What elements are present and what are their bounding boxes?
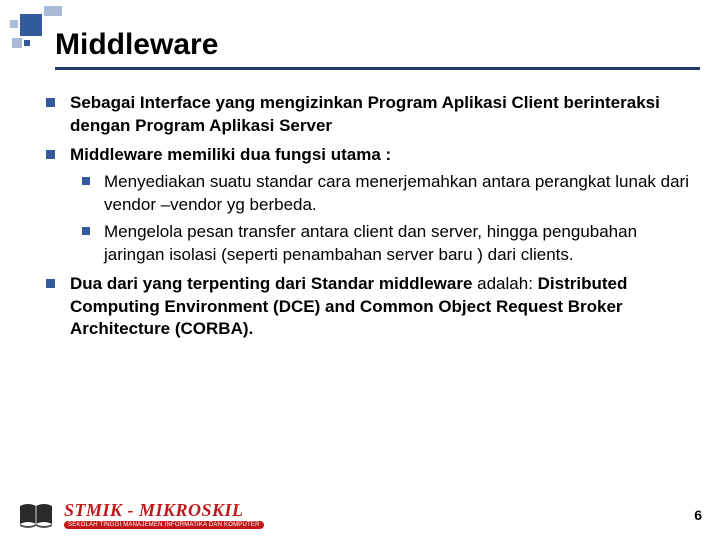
bullet-item: Dua dari yang terpenting dari Standar mi… <box>40 273 690 342</box>
sub-bullet-text: Menyediakan suatu standar cara menerjema… <box>104 172 689 214</box>
footer-logo-group: STMIK - MIKROSKIL SEKOLAH TINGGI MANAJEM… <box>18 500 264 530</box>
title-underline <box>55 67 700 70</box>
slide-content: Sebagai Interface yang mengizinkan Progr… <box>40 92 690 347</box>
footer-logo-sub: SEKOLAH TINGGI MANAJEMEN INFORMATIKA DAN… <box>64 521 264 529</box>
sub-bullet-item: Mengelola pesan transfer antara client d… <box>70 221 690 267</box>
page-number: 6 <box>694 507 702 523</box>
bullet-item: Sebagai Interface yang mengizinkan Progr… <box>40 92 690 138</box>
slide-footer: STMIK - MIKROSKIL SEKOLAH TINGGI MANAJEM… <box>18 500 702 530</box>
bullet-text: Dua dari yang terpenting dari Standar mi… <box>70 274 627 339</box>
slide-title-block: Middleware <box>55 28 700 70</box>
sub-bullet-item: Menyediakan suatu standar cara menerjema… <box>70 171 690 217</box>
slide-title: Middleware <box>55 28 700 61</box>
bullet-text: Sebagai Interface yang mengizinkan Progr… <box>70 93 660 135</box>
footer-text-logo: STMIK - MIKROSKIL SEKOLAH TINGGI MANAJEM… <box>64 501 264 529</box>
footer-logo-main: STMIK - MIKROSKIL <box>64 501 264 519</box>
book-icon <box>18 500 54 530</box>
bullet-text: Middleware memiliki dua fungsi utama : <box>70 145 391 164</box>
sub-bullet-text: Mengelola pesan transfer antara client d… <box>104 222 637 264</box>
bullet-item: Middleware memiliki dua fungsi utama : M… <box>40 144 690 267</box>
